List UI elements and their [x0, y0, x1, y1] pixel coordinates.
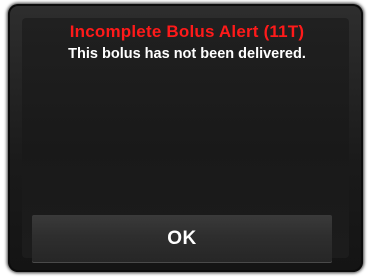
- alert-message: This bolus has not been delivered.: [68, 46, 306, 62]
- alert-title: Incomplete Bolus Alert (11T): [69, 22, 305, 41]
- ok-button[interactable]: OK: [32, 215, 332, 263]
